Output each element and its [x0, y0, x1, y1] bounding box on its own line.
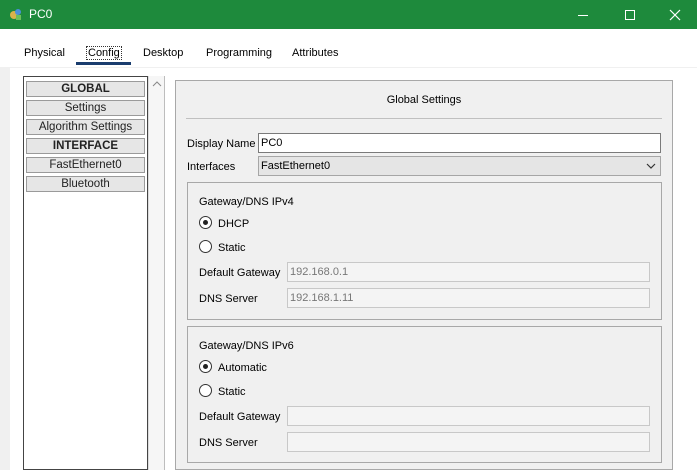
dhcp-radio[interactable] — [199, 216, 212, 229]
minimize-button[interactable] — [560, 0, 606, 29]
ipv4-static-radio-label: Static — [218, 242, 246, 254]
close-icon — [669, 9, 681, 20]
ipv6-static-radio[interactable] — [199, 384, 212, 397]
tab-label: Attributes — [292, 47, 339, 59]
minimize-icon — [578, 14, 588, 16]
automatic-radio-label: Automatic — [218, 362, 267, 374]
tab-label: Desktop — [143, 47, 184, 59]
dhcp-radio-label: DHCP — [218, 218, 250, 230]
sidebar-header-interface[interactable]: INTERFACE — [26, 138, 145, 154]
automatic-radio[interactable] — [199, 360, 212, 373]
tab-programming[interactable]: Programming — [206, 47, 272, 59]
sidebar-scrollbar[interactable] — [148, 76, 165, 470]
ipv4-dns-label: DNS Server — [199, 293, 258, 305]
app-icon — [10, 9, 21, 20]
window-title: PC0 — [29, 7, 53, 21]
panel-title: Global Settings — [386, 94, 462, 106]
ipv6-dns-input[interactable] — [287, 432, 650, 452]
maximize-button[interactable] — [607, 0, 653, 29]
pc0-window: PC0 Physical Config Desktop Programming … — [0, 0, 697, 470]
tab-label: Physical — [24, 47, 65, 59]
interfaces-label: Interfaces — [187, 161, 236, 173]
tab-config[interactable]: Config — [86, 46, 122, 60]
close-button[interactable] — [652, 0, 697, 29]
ipv6-group-title: Gateway/DNS IPv6 — [199, 340, 294, 352]
display-name-input[interactable]: PC0 — [258, 133, 661, 153]
maximize-icon — [625, 9, 635, 20]
config-sidebar: GLOBAL Settings Algorithm Settings INTER… — [23, 76, 148, 470]
tab-label: Config — [86, 46, 122, 60]
tab-label: Programming — [206, 47, 273, 59]
sidebar-item-algorithm-settings[interactable]: Algorithm Settings — [26, 119, 145, 135]
ipv4-dns-input[interactable]: 192.168.1.11 — [287, 288, 650, 308]
title-bar: PC0 — [0, 0, 697, 29]
active-tab-indicator — [76, 62, 131, 65]
global-settings-panel: Global Settings Display Name PC0 Interfa… — [175, 80, 673, 470]
ipv6-gateway-label: Default Gateway — [199, 411, 281, 423]
chevron-down-icon — [646, 163, 656, 169]
tab-physical[interactable]: Physical — [24, 47, 65, 59]
sidebar-item-fastethernet0[interactable]: FastEthernet0 — [26, 157, 145, 173]
interfaces-selected-value: FastEthernet0 — [261, 160, 331, 172]
tab-desktop[interactable]: Desktop — [143, 47, 183, 59]
ipv4-gateway-label: Default Gateway — [199, 267, 281, 279]
ipv6-group: Gateway/DNS IPv6 Automatic Static Defaul… — [187, 326, 662, 463]
chevron-up-icon[interactable] — [152, 80, 162, 88]
sidebar-item-bluetooth[interactable]: Bluetooth — [26, 176, 145, 192]
interfaces-select[interactable]: FastEthernet0 — [258, 156, 661, 176]
ipv4-group: Gateway/DNS IPv4 DHCP Static Default Gat… — [187, 182, 662, 320]
tab-attributes[interactable]: Attributes — [292, 47, 338, 59]
ipv4-gateway-input[interactable]: 192.168.0.1 — [287, 262, 650, 282]
sidebar-item-settings[interactable]: Settings — [26, 100, 145, 116]
sidebar-header-global[interactable]: GLOBAL — [26, 81, 145, 97]
divider — [186, 118, 662, 119]
ipv6-dns-label: DNS Server — [199, 437, 258, 449]
ipv6-gateway-input[interactable] — [287, 406, 650, 426]
ipv4-static-radio[interactable] — [199, 240, 212, 253]
display-name-label: Display Name — [187, 138, 256, 150]
ipv4-group-title: Gateway/DNS IPv4 — [199, 196, 294, 208]
ipv6-static-radio-label: Static — [218, 386, 246, 398]
